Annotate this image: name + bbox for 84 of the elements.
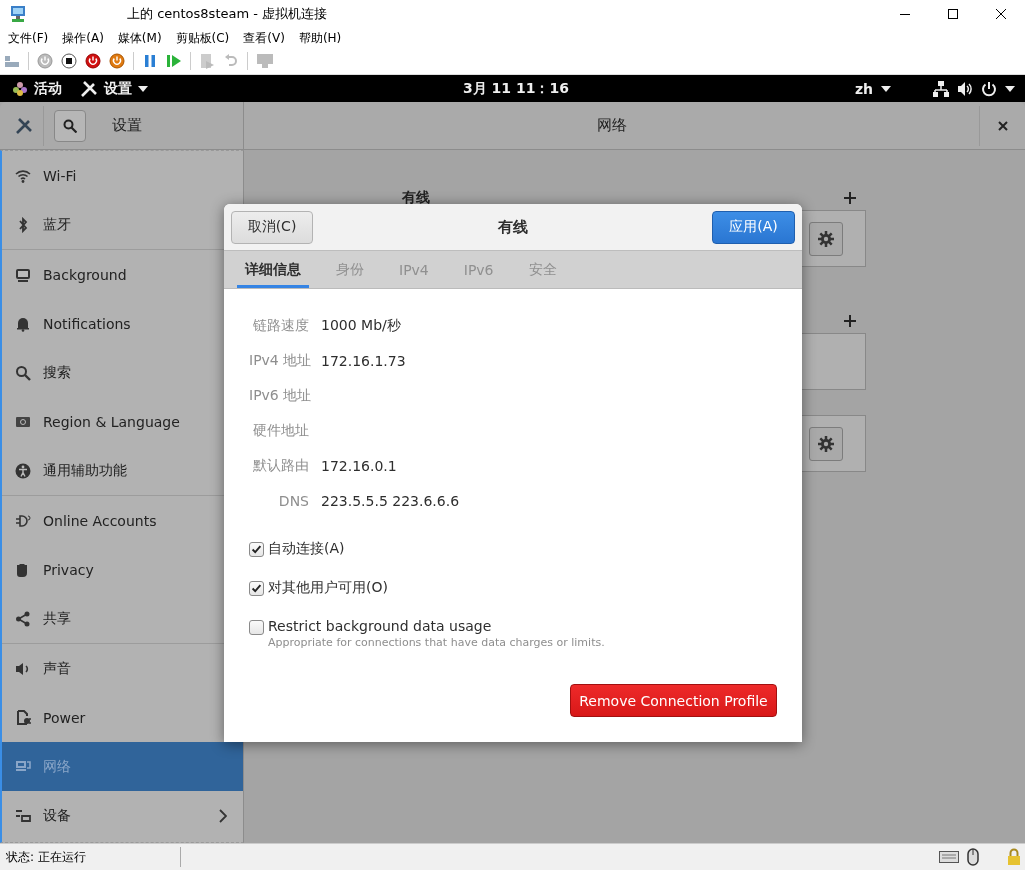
- sidebar-item[interactable]: 共享: [2, 594, 243, 643]
- devices-icon: [15, 807, 31, 824]
- network-icon[interactable]: [933, 80, 949, 97]
- cancel-button[interactable]: 取消(C): [231, 210, 313, 244]
- gear-icon: [818, 230, 834, 247]
- play-icon[interactable]: [166, 53, 182, 69]
- sidebar-item[interactable]: Privacy: [2, 545, 243, 594]
- field-value: 172.16.1.73: [321, 352, 407, 369]
- field-label: 硬件地址: [252, 421, 309, 440]
- monitor-icon: [15, 266, 31, 283]
- field-label: 默认路由: [252, 456, 309, 475]
- dialog-title: 有线: [498, 217, 528, 236]
- sidebar-item[interactable]: Wi-Fi: [2, 151, 243, 200]
- sidebar-item[interactable]: 通用辅助功能: [2, 446, 243, 495]
- tab[interactable]: 详细信息: [237, 251, 309, 288]
- field-label: IPv6 地址: [249, 386, 309, 405]
- option-description: Appropriate for connections that have data charges or limits.: [268, 636, 605, 649]
- field-label: DNS: [277, 492, 309, 509]
- sidebar-item[interactable]: 设备: [2, 791, 243, 840]
- menu-item[interactable]: 查看(V): [243, 29, 285, 47]
- maximize-icon[interactable]: [948, 9, 958, 19]
- accessibility-icon: [15, 462, 31, 479]
- plus-icon[interactable]: [844, 192, 856, 204]
- menu-item[interactable]: 媒体(M): [117, 29, 162, 47]
- menu-item[interactable]: 文件(F): [8, 29, 49, 47]
- keyboard-icon: [939, 850, 959, 864]
- checkbox[interactable]: [249, 581, 264, 596]
- plug-icon: [15, 512, 31, 529]
- settings-button[interactable]: [809, 221, 843, 256]
- remove-button[interactable]: Remove Connection Profile: [570, 684, 777, 717]
- sidebar-item[interactable]: 声音: [2, 644, 243, 693]
- sidebar-item[interactable]: Online Accounts: [2, 496, 243, 545]
- status-text: 状态: 正在运行: [6, 848, 86, 866]
- panel-title: 网络: [595, 116, 628, 135]
- speaker-icon: [15, 660, 31, 677]
- mouse-icon: [967, 848, 979, 866]
- sidebar-item[interactable]: Region & Language: [2, 397, 243, 446]
- field-value: 172.16.0.1: [321, 457, 398, 474]
- menu-item[interactable]: 帮助(H): [298, 29, 342, 47]
- window-title: 上的 centos8steam - 虚拟机连接: [127, 5, 328, 23]
- plus-icon[interactable]: [844, 315, 856, 327]
- share-icon: [15, 610, 31, 627]
- apply-button[interactable]: 应用(A): [712, 210, 795, 244]
- section-heading: 有线: [402, 189, 430, 207]
- menu-item[interactable]: 剪贴板(C): [175, 29, 230, 47]
- computer-icon: [10, 6, 28, 22]
- bell-icon: [15, 315, 31, 332]
- app-menu-label[interactable]: 设置: [104, 79, 132, 98]
- settings-button[interactable]: [809, 426, 843, 461]
- field-value: 1000 Mb/秒: [321, 316, 402, 335]
- power-icon: [15, 709, 31, 726]
- checkbox-label[interactable]: Restrict background data usage: [268, 618, 605, 634]
- menu-item[interactable]: 操作(A): [62, 29, 104, 47]
- flower-icon: [12, 80, 28, 97]
- search-icon: [63, 118, 77, 133]
- sidebar-item[interactable]: Notifications: [2, 299, 243, 348]
- gear-icon: [818, 435, 834, 452]
- input-method-indicator[interactable]: zh: [854, 80, 873, 97]
- checkbox[interactable]: [249, 620, 264, 635]
- sidebar-item[interactable]: Power: [2, 693, 243, 742]
- close-icon[interactable]: [996, 9, 1006, 19]
- power-icon[interactable]: [85, 53, 101, 69]
- window-title: 设置: [112, 116, 142, 135]
- caret-icon: [881, 85, 891, 92]
- search-button[interactable]: [54, 109, 86, 142]
- volume-icon[interactable]: [957, 80, 973, 97]
- caret-icon: [1005, 85, 1015, 92]
- checkbox-label[interactable]: 对其他用户可用(O): [268, 579, 388, 597]
- wifi-icon: [15, 167, 31, 184]
- close-icon[interactable]: [997, 120, 1008, 131]
- lock-icon: [1007, 848, 1021, 866]
- checkbox-label[interactable]: 自动连接(A): [268, 540, 345, 558]
- clock: 3月 11 11：16: [463, 80, 569, 98]
- pause-icon[interactable]: [142, 53, 158, 69]
- field-label: 链路速度: [252, 316, 309, 335]
- field-label: IPv4 地址: [249, 351, 309, 370]
- stop-icon[interactable]: [61, 53, 77, 69]
- checkbox[interactable]: [249, 542, 264, 557]
- caret-icon: [138, 85, 148, 92]
- activities-button[interactable]: 活动: [34, 79, 62, 98]
- chevron-icon: [219, 808, 227, 823]
- search-icon: [15, 364, 31, 381]
- field-value: 223.5.5.5 223.6.6.6: [321, 492, 460, 509]
- sidebar-item[interactable]: 搜索: [2, 348, 243, 397]
